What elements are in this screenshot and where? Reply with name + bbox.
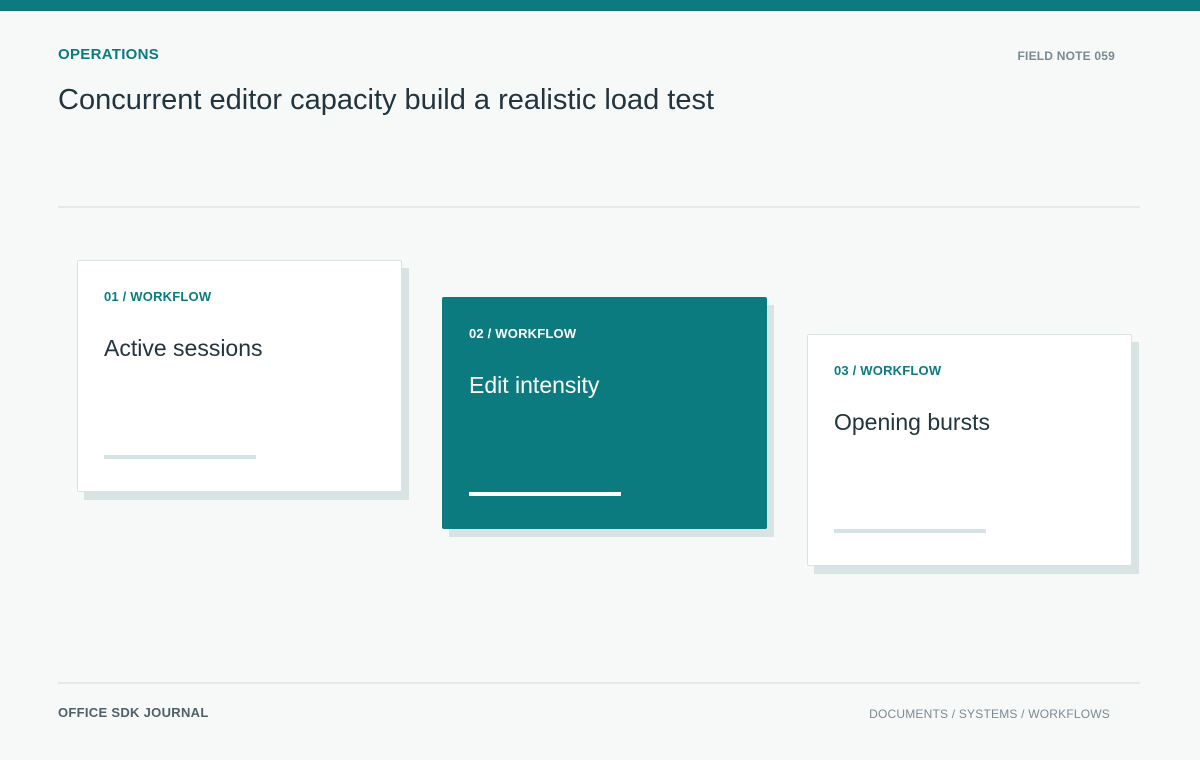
card-eyebrow: 01 / WORKFLOW [104,289,212,304]
card-eyebrow: 03 / WORKFLOW [834,363,942,378]
field-note-label: FIELD NOTE 059 [1017,49,1115,63]
workflow-card-opening-bursts[interactable]: 03 / WORKFLOW Opening bursts [807,334,1132,566]
card-eyebrow: 02 / WORKFLOW [469,326,577,341]
workflow-card-active-sessions[interactable]: 01 / WORKFLOW Active sessions [77,260,402,492]
card-accent-bar [469,492,621,496]
card-accent-bar [834,529,986,533]
card-title: Active sessions [104,335,263,361]
footer-brand: OFFICE SDK JOURNAL [58,705,209,720]
card-title: Edit intensity [469,372,600,398]
workflow-card-edit-intensity[interactable]: 02 / WORKFLOW Edit intensity [442,297,767,529]
footer-divider [58,682,1140,684]
footer-breadcrumb: DOCUMENTS / SYSTEMS / WORKFLOWS [869,707,1110,721]
page-title: Concurrent editor capacity build a reali… [58,84,715,116]
card-title: Opening bursts [834,409,990,435]
header-divider [58,206,1140,208]
section-label: OPERATIONS [58,46,160,63]
top-accent-bar [0,0,1200,11]
card-accent-bar [104,455,256,459]
